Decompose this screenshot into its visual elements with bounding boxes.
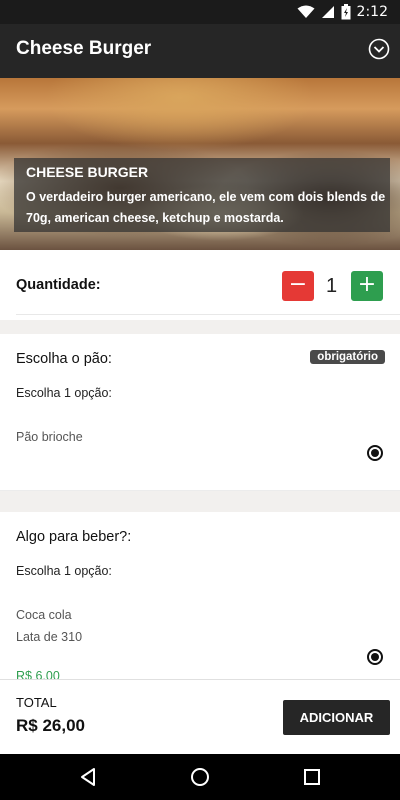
page-title: Cheese Burger [16,38,152,59]
quantity-card: Quantidade: − 1 + [0,250,400,320]
home-icon[interactable] [189,766,211,788]
navigation-bar [0,754,400,800]
product-image: CHEESE BURGER O verdadeiro burger americ… [0,78,400,250]
section-title: Algo para beber?: [16,529,132,545]
cell-signal-icon [321,6,334,18]
section-subtitle: Escolha 1 opção: [16,386,112,400]
recents-icon[interactable] [301,766,323,788]
option-detail: Lata de 310 [16,630,83,644]
product-description: O verdadeiro burger americano, ele vem c… [26,190,386,225]
status-icons: 2:12 [297,2,388,22]
status-bar: 2:12 [0,0,400,24]
chevron-down-circle-icon[interactable] [368,38,390,60]
battery-icon [341,4,351,20]
decrease-quantity-button[interactable]: − [282,271,314,301]
app-bar: Cheese Burger [0,24,400,78]
total-label: TOTAL [16,695,57,710]
product-title: CHEESE BURGER [26,164,149,180]
divider [16,314,400,315]
back-icon[interactable] [78,766,100,788]
option-label: Coca cola [16,608,72,622]
product-info-overlay: CHEESE BURGER O verdadeiro burger americ… [14,158,390,232]
total-value: R$ 26,00 [16,716,85,735]
section-subtitle: Escolha 1 opção: [16,564,112,578]
drink-options-card: Algo para beber?: Escolha 1 opção: Coca … [0,512,400,683]
order-footer: TOTAL R$ 26,00 ADICIONAR [0,679,400,755]
required-badge: obrigatório [310,350,385,364]
option-radio-coca-cola[interactable] [367,649,383,665]
status-time: 2:12 [356,4,388,20]
quantity-value: 1 [326,275,338,297]
option-label: Pão brioche [16,430,83,444]
bread-options-card: Escolha o pão: obrigatório Escolha 1 opç… [0,334,400,491]
add-to-cart-button[interactable]: ADICIONAR [283,700,390,735]
option-radio-brioche[interactable] [367,445,383,461]
divider [0,490,400,491]
wifi-icon [297,5,315,18]
section-title: Escolha o pão: [16,351,112,367]
increase-quantity-button[interactable]: + [351,271,383,301]
quantity-label: Quantidade: [16,277,101,293]
